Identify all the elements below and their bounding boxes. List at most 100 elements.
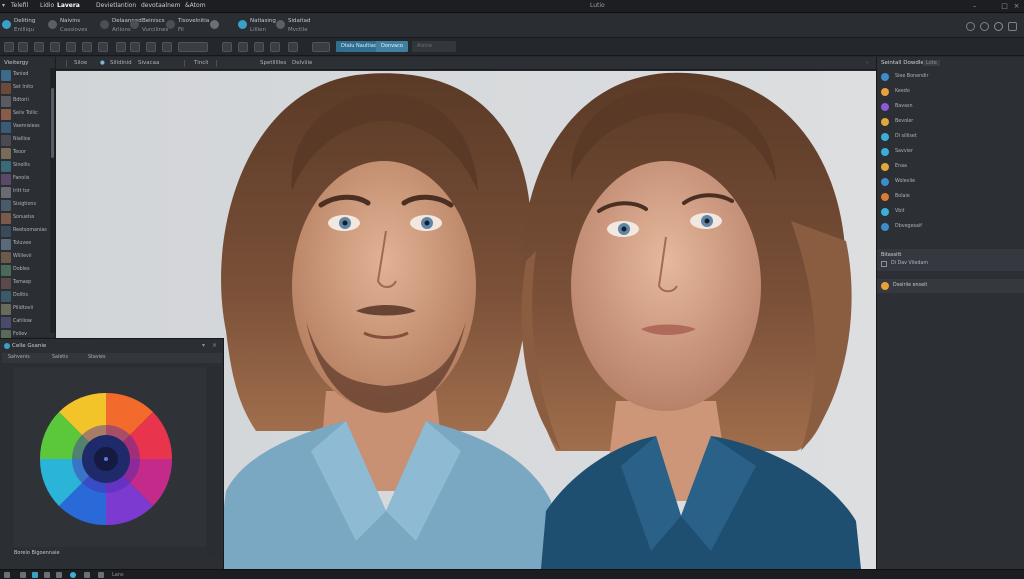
layer-item[interactable]: Set Inito — [0, 82, 50, 95]
adjustment-item[interactable]: Dbvegesaif — [881, 221, 1021, 233]
tab-swatches[interactable]: Saletis — [52, 355, 68, 360]
toolbar-group[interactable] — [210, 16, 236, 36]
layer-item[interactable]: Sinellis — [0, 160, 50, 173]
adjustment-item[interactable]: Vbit — [881, 206, 1021, 218]
tab-item[interactable]: Spetllllles — [260, 60, 286, 66]
layer-item[interactable]: Toluvee — [0, 238, 50, 251]
grid-icon[interactable] — [20, 572, 26, 578]
clone-tool-icon[interactable] — [116, 42, 126, 52]
crop-tool-icon[interactable] — [50, 42, 60, 52]
info-icon[interactable] — [56, 572, 62, 578]
layer-item[interactable]: Sonuelss — [0, 212, 50, 225]
account-icon[interactable] — [1008, 22, 1017, 31]
move-tool-icon[interactable] — [4, 42, 14, 52]
layer-item[interactable]: Sisigtions — [0, 199, 50, 212]
menu-item[interactable]: &Atom — [185, 2, 206, 9]
layer-label: Fanoiis — [13, 176, 30, 181]
tab-item[interactable]: Siloe — [74, 60, 87, 66]
layer-item[interactable]: Pilidtovii — [0, 303, 50, 316]
collapse-icon[interactable]: › — [866, 60, 868, 66]
blur-tool-icon[interactable] — [162, 42, 172, 52]
eraser-tool-icon[interactable] — [130, 42, 140, 52]
panel-close-icon[interactable]: × — [212, 342, 217, 349]
help-icon[interactable] — [980, 22, 989, 31]
tab-gradients[interactable]: Stavies — [88, 355, 106, 360]
layer-item[interactable]: Vaemisiess — [0, 121, 50, 134]
layer-item[interactable]: Dolitis — [0, 290, 50, 303]
preset-button[interactable]: Donvaco — [376, 41, 408, 52]
adjustment-item[interactable]: Enaa — [881, 161, 1021, 173]
layers-scrollbar[interactable] — [50, 68, 55, 333]
select-tool-icon[interactable] — [18, 42, 28, 52]
sync-icon[interactable] — [70, 572, 76, 578]
section-item[interactable]: Dseiriie enseit — [893, 283, 927, 288]
mode-toggle-icon[interactable] — [312, 42, 330, 52]
tab-color[interactable]: Sahvenis — [8, 355, 30, 360]
panel-menu-icon[interactable]: ▾ — [202, 342, 205, 349]
toolbar-group[interactable]: Sidaitad Mvctile — [276, 16, 320, 36]
app-menu-icon[interactable]: ▾ — [2, 2, 5, 9]
settings-icon[interactable] — [966, 22, 975, 31]
hand-tool-icon[interactable] — [270, 42, 280, 52]
layer-item[interactable]: Teoor — [0, 147, 50, 160]
toolbar-group[interactable]: Naivins Cassioves — [48, 16, 98, 36]
toolbar-group[interactable]: Deliting Enilliqu — [2, 16, 52, 36]
scrollbar-thumb[interactable] — [51, 88, 54, 158]
fit-icon[interactable] — [98, 572, 104, 578]
layer-item[interactable]: Niallios — [0, 134, 50, 147]
menu-item[interactable]: Lidio — [40, 2, 54, 9]
color-wheel[interactable] — [14, 367, 206, 547]
history-icon[interactable] — [44, 572, 50, 578]
layer-item[interactable]: Taniod — [0, 69, 50, 82]
layer-item[interactable]: Dobles — [0, 264, 50, 277]
color-wheel-area[interactable] — [14, 367, 206, 547]
shape-tool-icon[interactable] — [254, 42, 264, 52]
layer-item[interactable]: Bdtorii — [0, 95, 50, 108]
tool-size-field[interactable] — [178, 42, 208, 52]
adjustment-item[interactable]: Siee Bonendir — [881, 71, 1021, 83]
adjustment-item[interactable]: Woleviie — [881, 176, 1021, 188]
layers-status-icon[interactable] — [32, 572, 38, 578]
lasso-tool-icon[interactable] — [34, 42, 44, 52]
adjustment-item[interactable]: Di silliset — [881, 131, 1021, 143]
link-icon[interactable]: ● — [100, 60, 105, 66]
zoom-status-icon[interactable] — [84, 572, 90, 578]
layer-item[interactable]: Seiiv Tollic — [0, 108, 50, 121]
tab-item[interactable]: Delviiie — [292, 60, 312, 66]
layer-item[interactable]: Iritt tor — [0, 186, 50, 199]
adjustment-item[interactable]: Savvier — [881, 146, 1021, 158]
color-panel-scrollbar[interactable] — [207, 367, 221, 557]
tab-item[interactable]: Sivacaa — [138, 60, 159, 66]
section-item[interactable]: Di Dav Viledam — [891, 261, 928, 266]
layer-item[interactable]: Wlillevii — [0, 251, 50, 264]
minimize-icon[interactable]: – — [970, 2, 979, 11]
gradient-tool-icon[interactable] — [146, 42, 156, 52]
menu-item-active[interactable]: Lavera — [57, 2, 80, 9]
maximize-icon[interactable]: □ — [1000, 2, 1009, 11]
adjustment-icon — [881, 88, 889, 96]
menu-item[interactable]: devotaalnem — [141, 2, 180, 9]
tab-item[interactable]: Silldinid — [110, 60, 132, 66]
layer-item[interactable]: Reetsomanias — [0, 225, 50, 238]
layer-item[interactable]: Fanoiis — [0, 173, 50, 186]
zoom-tool-icon[interactable] — [288, 42, 298, 52]
tab-item[interactable]: Tincli — [194, 60, 208, 66]
text-tool-icon[interactable] — [238, 42, 248, 52]
menu-item[interactable]: Devietlantion — [96, 2, 136, 9]
layer-item[interactable]: Cahliow — [0, 316, 50, 329]
toolbar-group[interactable]: Tisovelnitia Fil — [166, 16, 214, 36]
notifications-icon[interactable] — [994, 22, 1003, 31]
layer-item[interactable]: Tamasp — [0, 277, 50, 290]
eyedropper-tool-icon[interactable] — [66, 42, 76, 52]
brush-tool-icon[interactable] — [98, 42, 108, 52]
adjustment-item[interactable]: Bolaie — [881, 191, 1021, 203]
pen-tool-icon[interactable] — [222, 42, 232, 52]
menu-item[interactable]: Telefil — [11, 2, 28, 9]
heal-tool-icon[interactable] — [82, 42, 92, 52]
close-icon[interactable]: × — [1012, 2, 1021, 11]
adjustment-item[interactable]: Bevoler — [881, 116, 1021, 128]
adjustment-item[interactable]: Keedo — [881, 86, 1021, 98]
checkbox[interactable] — [881, 261, 887, 267]
home-icon[interactable] — [4, 572, 10, 578]
adjustment-item[interactable]: Bavasn — [881, 101, 1021, 113]
